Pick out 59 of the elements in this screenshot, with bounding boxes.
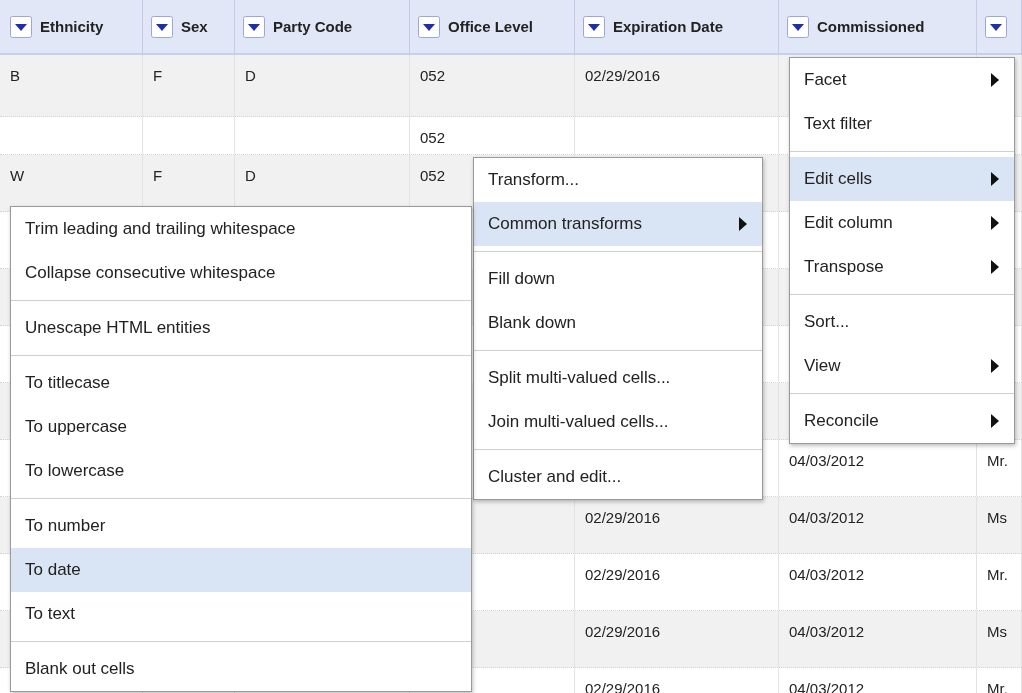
dropdown-icon[interactable]	[787, 15, 809, 38]
menu-item[interactable]: Fill down	[474, 257, 762, 301]
table-cell: 04/03/2012	[789, 566, 865, 583]
menu-item[interactable]: Split multi-valued cells...	[474, 356, 762, 400]
table-cell: 02/29/2016	[585, 509, 661, 526]
table-cell: F	[153, 167, 163, 184]
table-cell: Ms	[987, 509, 1007, 526]
column-title: Sex	[181, 18, 208, 35]
menu-item[interactable]: Text filter	[790, 102, 1014, 146]
table-cell: 04/03/2012	[789, 623, 865, 640]
table-cell: 04/03/2012	[789, 452, 865, 469]
table-cell: 02/29/2016	[585, 67, 661, 84]
menu-item[interactable]: Blank out cells	[11, 647, 471, 691]
column-title: Expiration Date	[613, 18, 724, 35]
menu-item[interactable]: To uppercase	[11, 405, 471, 449]
table-cell: D	[245, 67, 256, 84]
table-cell: 052	[420, 67, 446, 84]
menu-item[interactable]: Reconcile	[790, 399, 1014, 443]
menu-item[interactable]: Cluster and edit...	[474, 455, 762, 499]
menu-item[interactable]: Sort...	[790, 300, 1014, 344]
table-cell: 052	[420, 129, 446, 146]
dropdown-icon[interactable]	[243, 15, 265, 38]
menu-item[interactable]: Common transforms	[474, 202, 762, 246]
column-title: Office Level	[448, 18, 534, 35]
table-cell: W	[10, 167, 25, 184]
menu-item[interactable]: Trim leading and trailing whitespace	[11, 207, 471, 251]
table-cell: F	[153, 67, 163, 84]
menu-item[interactable]: To number	[11, 504, 471, 548]
menu-item[interactable]: Edit cells	[790, 157, 1014, 201]
dropdown-icon[interactable]	[151, 15, 173, 38]
menu-item[interactable]: To date	[11, 548, 471, 592]
dropdown-icon[interactable]	[10, 15, 32, 38]
table-cell: 02/29/2016	[585, 566, 661, 583]
table-cell: 02/29/2016	[585, 623, 661, 640]
dropdown-icon[interactable]	[985, 15, 1007, 38]
menu-item[interactable]: Transform...	[474, 158, 762, 202]
dropdown-icon[interactable]	[583, 15, 605, 38]
menu-item[interactable]: To lowercase	[11, 449, 471, 493]
column-title: Ethnicity	[40, 18, 104, 35]
menu-item[interactable]: To text	[11, 592, 471, 636]
menu-item[interactable]: Collapse consecutive whitespace	[11, 251, 471, 295]
menu-item[interactable]: Blank down	[474, 301, 762, 345]
menu-item[interactable]: To titlecase	[11, 361, 471, 405]
table-cell: Mr.	[987, 566, 1008, 583]
menu-item[interactable]: View	[790, 344, 1014, 388]
table-cell: 04/03/2012	[789, 509, 865, 526]
column-title: Commissioned	[817, 18, 925, 35]
column-title: Party Code	[273, 18, 353, 35]
table-cell: Mr.	[987, 452, 1008, 469]
menu-item[interactable]: Unescape HTML entities	[11, 306, 471, 350]
dropdown-icon[interactable]	[418, 15, 440, 38]
table-cell: 052	[420, 167, 446, 184]
menu-item[interactable]: Transpose	[790, 245, 1014, 289]
menu-item[interactable]: Join multi-valued cells...	[474, 400, 762, 444]
menu-item[interactable]: Facet	[790, 58, 1014, 102]
table-cell: D	[245, 167, 256, 184]
table-cell: B	[10, 67, 20, 84]
menu-item[interactable]: Edit column	[790, 201, 1014, 245]
table-cell: Ms	[987, 623, 1007, 640]
